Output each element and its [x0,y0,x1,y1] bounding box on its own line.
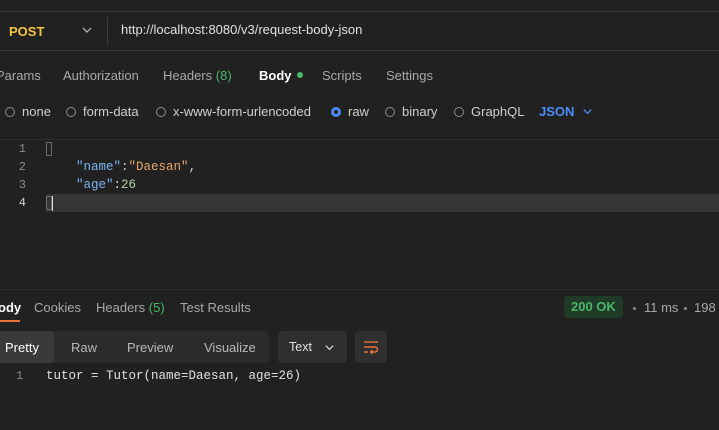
json-comma: , [188,160,197,174]
radio-raw[interactable]: raw [331,104,369,119]
tab-response-body[interactable]: ody [0,300,21,315]
url-input[interactable] [121,22,621,37]
tab-body[interactable]: Body [259,68,303,83]
response-output: tutor = Tutor(name=Daesan, age=26) [46,369,302,383]
tab-authorization[interactable]: Authorization [63,68,139,83]
line-number: 1 [18,142,26,156]
radio-circle-icon [454,106,464,117]
radio-graphql[interactable]: GraphQL [454,104,524,119]
radio-urlencoded-label: x-www-form-urlencoded [173,104,311,119]
tab-test-results[interactable]: Test Results [180,300,251,315]
request-url-bar: POST [0,11,719,51]
tab-headers-label: Headers [163,68,213,83]
radio-circle-icon [385,106,395,117]
tab-cookies[interactable]: Cookies [34,300,81,315]
json-value: 26 [121,178,137,192]
response-size: 198 [694,300,716,315]
radio-binary[interactable]: binary [385,104,437,119]
chevron-down-icon[interactable] [81,24,93,36]
response-format-select[interactable]: Text [278,331,347,363]
tab-headers[interactable]: Headers (8) [163,68,232,83]
code-line-3[interactable]: "age":26 [46,178,136,192]
body-modified-dot-icon [296,72,303,78]
radio-graphql-label: GraphQL [471,104,525,119]
view-preview[interactable]: Preview [127,340,173,355]
tab-scripts[interactable]: Scripts [322,68,362,83]
radio-form-data-label: form-data [83,104,139,119]
response-time: 11 ms [644,300,679,315]
http-method-select[interactable]: POST [9,24,44,39]
chevron-down-icon [583,109,593,115]
separator-dot [684,307,687,310]
tab-response-headers[interactable]: Headers (5) [96,300,165,315]
json-key: "name" [76,160,122,174]
separator-dot [633,307,636,310]
radio-none[interactable]: none [5,104,51,119]
tab-params[interactable]: Params [0,68,41,83]
radio-form-data[interactable]: form-data [66,104,139,119]
response-format-label: Text [289,340,312,354]
radio-circle-icon [66,106,76,117]
response-divider [0,289,719,290]
line-number: 3 [18,178,26,192]
view-pretty[interactable]: Pretty [5,340,39,355]
wrap-lines-button[interactable] [355,331,387,363]
radio-circle-icon [156,106,166,117]
code-line-2[interactable]: "name":"Daesan", [46,160,196,174]
body-format-label: JSON [539,104,575,119]
radio-binary-label: binary [402,104,438,119]
json-value: "Daesan" [128,160,189,174]
radio-urlencoded[interactable]: x-www-form-urlencoded [156,104,311,119]
line-number: 4 [18,196,26,210]
open-brace-marker [46,142,52,156]
json-colon: : [121,160,129,174]
active-tab-underline [0,320,20,322]
radio-none-label: none [22,104,51,119]
wrap-lines-icon [364,341,379,355]
radio-circle-icon [5,106,15,117]
json-colon: : [113,178,122,192]
view-raw[interactable]: Raw [71,340,97,355]
output-line-number: 1 [16,369,24,383]
response-headers-count: (5) [148,300,165,315]
active-line-highlight [46,194,719,212]
tab-body-label: Body [259,68,292,83]
editor-divider [0,139,719,140]
json-key: "age" [76,178,114,192]
radio-raw-label: raw [348,104,369,119]
tab-response-headers-label: Headers [96,300,146,315]
chevron-down-icon [325,344,334,350]
body-format-select[interactable]: JSON [539,104,593,119]
radio-selected-icon [331,106,341,117]
line-number: 2 [18,160,26,174]
tab-settings[interactable]: Settings [386,68,433,83]
headers-count: (8) [215,68,232,83]
url-divider [107,17,108,45]
view-visualize[interactable]: Visualize [204,340,256,355]
status-badge: 200 OK [564,296,623,318]
text-cursor [52,196,53,211]
